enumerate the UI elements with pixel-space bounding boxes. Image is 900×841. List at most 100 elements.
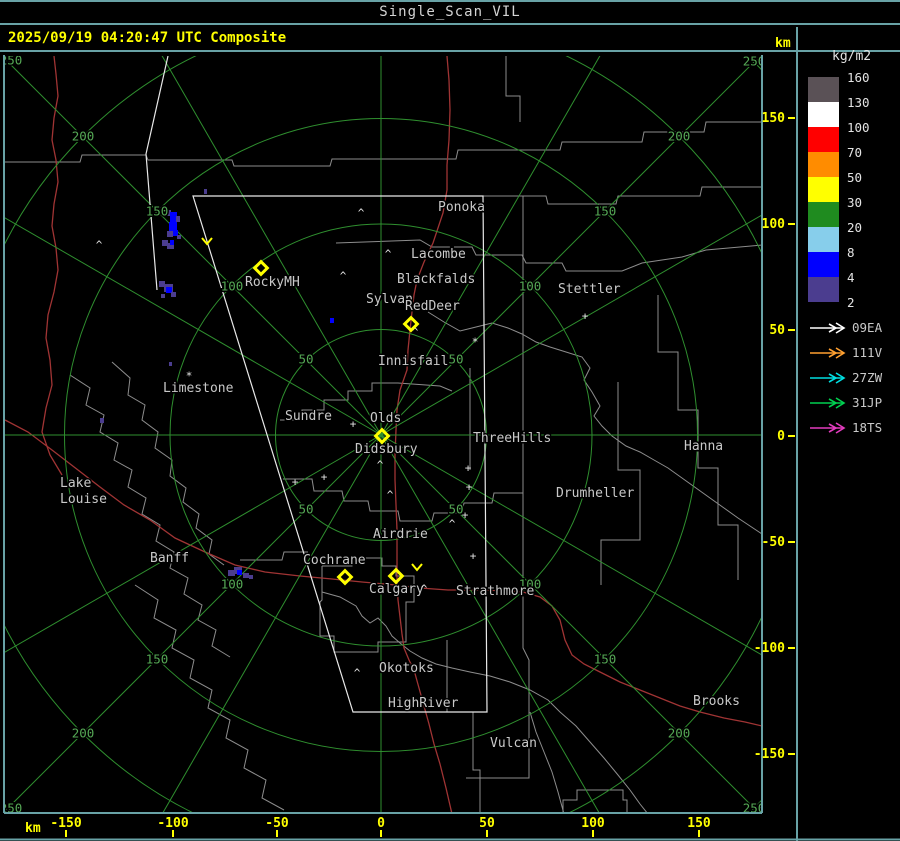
- legend-color-block: [808, 102, 839, 127]
- city-label: Stettler: [558, 282, 621, 297]
- radar-display: 5010015020025050100150200250501001502002…: [0, 27, 900, 841]
- radar-site-diamond: [336, 568, 354, 586]
- ring-distance-label: 50: [448, 352, 463, 367]
- city-label: Drumheller: [556, 486, 634, 501]
- county-boundary: [321, 591, 648, 813]
- county-boundary: [529, 711, 565, 813]
- vector-id-label: 18TS: [852, 420, 882, 435]
- legend-color-block: [808, 152, 839, 177]
- town-marker: ^: [387, 489, 394, 502]
- town-marker: ^: [96, 239, 103, 252]
- county-boundary: [134, 584, 285, 811]
- county-boundary: [483, 186, 761, 205]
- legend-value-label: 2: [847, 295, 855, 310]
- right-axis-tick-label: 0: [777, 429, 785, 444]
- city-label: Calgary: [369, 582, 424, 597]
- city-label: Blackfalds: [397, 272, 475, 287]
- city-label: Brooks: [693, 694, 740, 709]
- town-marker: ^: [377, 459, 384, 472]
- highway-line: [394, 56, 451, 583]
- bottom-axis-tick-label: 0: [377, 816, 385, 831]
- precip-echo: [237, 570, 242, 575]
- vector-id-label: 111V: [852, 345, 883, 360]
- bottom-axis-tick-label: 100: [581, 816, 605, 831]
- city-label: Limestone: [163, 381, 234, 396]
- city-label: ThreeHills: [473, 431, 551, 446]
- legend-value-label: 50: [847, 170, 862, 185]
- town-marker: +: [466, 481, 473, 494]
- town-marker: ^: [421, 583, 428, 596]
- city-label: RockyMH: [245, 275, 300, 290]
- right-axis-unit: km: [775, 36, 791, 51]
- map-layers: 5010015020025050100150200250501001502002…: [5, 56, 761, 813]
- city-label: Cochrane: [303, 553, 366, 568]
- legend-color-block: [808, 77, 839, 102]
- legend-color-block: [808, 252, 839, 277]
- town-marker: ^: [449, 518, 456, 531]
- city-label: Strathmore: [456, 584, 534, 599]
- right-axis-tick-label: 50: [769, 323, 785, 338]
- precip-echo: [100, 418, 104, 423]
- bottom-axis-tick-label: -150: [50, 816, 81, 831]
- precip-echo: [161, 294, 165, 298]
- ring-distance-label: 200: [72, 726, 95, 741]
- town-marker: +: [462, 509, 469, 522]
- precip-echo: [170, 212, 177, 222]
- city-label: Vulcan: [490, 736, 537, 751]
- azimuth-spoke: [162, 434, 382, 813]
- ring-distance-label: 50: [298, 502, 313, 517]
- precip-echo: [167, 231, 173, 237]
- city-label: Olds: [370, 411, 401, 426]
- bottom-axis-tick-label: 50: [479, 816, 495, 831]
- city-label: Airdrie: [373, 527, 428, 542]
- precip-echo: [330, 318, 334, 323]
- ring-distance-label: 200: [668, 726, 691, 741]
- right-axis-tick-label: 150: [762, 111, 786, 126]
- azimuth-spoke: [380, 434, 600, 813]
- right-axis-tick-label: 100: [762, 217, 786, 232]
- precip-echo: [177, 235, 181, 239]
- city-label: HighRiver: [388, 696, 459, 711]
- right-axis-tick-label: -50: [762, 535, 786, 550]
- city-label: Ponoka: [438, 200, 485, 215]
- county-boundary: [562, 789, 628, 813]
- ring-distance-label: 150: [146, 652, 169, 667]
- right-axis-tick-label: -100: [754, 641, 785, 656]
- ring-distance-label: 100: [221, 577, 244, 592]
- ring-distance-label: 50: [298, 352, 313, 367]
- town-marker: ^: [385, 248, 392, 261]
- precip-echo: [169, 222, 177, 231]
- azimuth-spoke: [380, 56, 761, 436]
- county-boundary: [472, 712, 481, 813]
- precip-echo: [170, 240, 174, 245]
- city-label: Innisfail: [378, 354, 448, 369]
- legend-value-label: 4: [847, 270, 855, 285]
- bottom-axis-tick-label: -50: [265, 816, 289, 831]
- vector-id-label: 31JP: [852, 395, 882, 410]
- city-label: Okotoks: [379, 661, 434, 676]
- precip-echo: [228, 570, 235, 576]
- vector-id-label: 27ZW: [852, 370, 883, 385]
- ring-distance-label: 100: [519, 279, 542, 294]
- bottom-axis-tick-label: 150: [687, 816, 711, 831]
- city-label: Lake: [60, 476, 91, 491]
- precip-echo: [176, 216, 180, 222]
- county-boundary: [657, 295, 739, 580]
- city-label: Didsbury: [355, 442, 418, 457]
- town-marker: ^: [354, 667, 361, 680]
- legend-unit-label: kg/m2: [832, 49, 871, 64]
- legend-color-block: [808, 202, 839, 227]
- town-marker: *: [186, 370, 193, 383]
- precip-echo: [169, 362, 172, 366]
- legend-value-label: 160: [847, 70, 870, 85]
- town-marker: +: [470, 550, 477, 563]
- legend-value-label: 20: [847, 220, 862, 235]
- ring-distance-label: 100: [221, 279, 244, 294]
- legend-value-label: 30: [847, 195, 862, 210]
- county-boundary: [5, 121, 761, 167]
- ring-distance-label: 200: [72, 129, 95, 144]
- city-label: RedDeer: [405, 299, 460, 314]
- city-label: Sundre: [285, 409, 332, 424]
- ring-distance-label: 200: [668, 129, 691, 144]
- county-boundary: [505, 56, 521, 122]
